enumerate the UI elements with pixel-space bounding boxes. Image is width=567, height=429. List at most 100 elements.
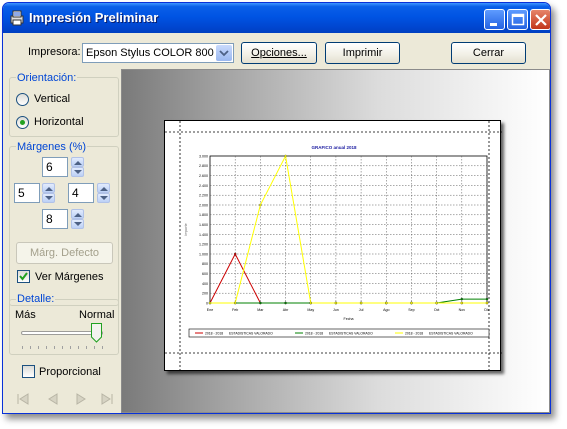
y-tick-label: 800 bbox=[202, 262, 208, 266]
vertical-radio[interactable] bbox=[16, 93, 29, 106]
margin-left-stepper[interactable] bbox=[42, 183, 55, 203]
print-preview-window: Impresión Preliminar Impresora: Epson St… bbox=[2, 2, 551, 414]
margin-right-input[interactable]: 4 bbox=[68, 183, 94, 203]
spin-down-icon[interactable] bbox=[71, 219, 84, 229]
preview-page: GRAFICO anual 2018 0 200 400 600 800 1.000 1.20… bbox=[164, 120, 502, 372]
detail-slider-thumb[interactable] bbox=[91, 323, 102, 343]
series-point bbox=[435, 301, 438, 305]
show-margins-checkbox[interactable] bbox=[17, 270, 30, 283]
x-tick-label: Jun bbox=[333, 308, 339, 312]
series-point bbox=[460, 301, 464, 305]
maximize-icon bbox=[511, 13, 525, 26]
x-tick-label: Sep bbox=[408, 308, 414, 312]
margin-top-input[interactable]: 6 bbox=[42, 157, 68, 177]
window-title: Impresión Preliminar bbox=[29, 10, 159, 25]
series-point bbox=[284, 154, 287, 158]
series-point bbox=[208, 301, 212, 305]
close-window-button[interactable] bbox=[530, 9, 550, 30]
y-tick-label: 0 bbox=[206, 301, 208, 305]
x-tick-label: Jul bbox=[359, 308, 364, 312]
margin-left-input[interactable]: 5 bbox=[14, 183, 40, 203]
default-margins-label: Márg. Defecto bbox=[29, 247, 100, 259]
detail-min-label: Más bbox=[15, 309, 36, 321]
next-page-icon[interactable] bbox=[74, 393, 88, 405]
legend-extra: ESTADISTICAS VALORADO bbox=[329, 332, 373, 336]
spin-up-icon[interactable] bbox=[71, 157, 84, 167]
chart-title: GRAFICO anual 2018 bbox=[311, 145, 357, 150]
x-axis-label: Fecha bbox=[344, 317, 354, 321]
printer-select[interactable]: Epson Stylus COLOR 800 E bbox=[82, 43, 234, 63]
series-point bbox=[259, 301, 262, 305]
series-point bbox=[385, 301, 388, 305]
previous-page-icon[interactable] bbox=[46, 393, 60, 405]
last-page-icon[interactable] bbox=[100, 393, 114, 405]
y-tick-label: 2.800 bbox=[199, 164, 208, 168]
x-tick-label: Oct bbox=[434, 308, 440, 312]
series-point bbox=[460, 297, 464, 301]
spin-up-icon[interactable] bbox=[97, 183, 110, 193]
detail-title: Detalle: bbox=[16, 293, 56, 305]
chevron-down-icon[interactable] bbox=[216, 45, 232, 61]
title-bar[interactable]: Impresión Preliminar bbox=[3, 3, 550, 33]
y-tick-label: 400 bbox=[202, 282, 208, 286]
x-tick-label: Mar bbox=[257, 308, 264, 312]
maximize-button[interactable] bbox=[507, 9, 528, 30]
printer-value: Epson Stylus COLOR 800 E bbox=[86, 47, 225, 59]
margins-title: Márgenes (%) bbox=[16, 141, 88, 153]
y-tick-label: 1.000 bbox=[199, 252, 208, 256]
horizontal-label[interactable]: Horizontal bbox=[34, 116, 84, 128]
series-point bbox=[359, 301, 363, 305]
proportional-label[interactable]: Proporcional bbox=[39, 366, 101, 378]
margin-bottom-stepper[interactable] bbox=[71, 209, 84, 229]
plot-area bbox=[209, 155, 488, 304]
spin-up-icon[interactable] bbox=[42, 183, 55, 193]
legend-series-name: 2018 - 2018 bbox=[205, 332, 223, 336]
series-point bbox=[259, 203, 262, 207]
y-tick-label: 2.600 bbox=[199, 174, 208, 178]
print-button-label: Imprimir bbox=[342, 47, 383, 59]
series-point bbox=[410, 301, 413, 305]
close-icon bbox=[535, 14, 547, 26]
preview-chart: GRAFICO anual 2018 0 200 400 600 800 1.000 1.20… bbox=[165, 121, 502, 372]
options-panel: Orientación: Vertical Horizontal Márgene… bbox=[6, 69, 121, 411]
spin-down-icon[interactable] bbox=[71, 167, 84, 177]
show-margins-label[interactable]: Ver Márgenes bbox=[35, 271, 103, 283]
printer-label: Impresora: bbox=[28, 46, 81, 58]
checkmark-icon bbox=[19, 272, 28, 281]
y-tick-label: 2.200 bbox=[199, 194, 208, 198]
page-navigation bbox=[16, 393, 116, 407]
proportional-checkbox[interactable] bbox=[22, 365, 35, 378]
print-button[interactable]: Imprimir bbox=[325, 42, 400, 64]
x-tick-label: Abr bbox=[283, 308, 289, 312]
x-tick-label: May bbox=[307, 308, 314, 312]
default-margins-button[interactable]: Márg. Defecto bbox=[16, 242, 113, 264]
series-point bbox=[334, 301, 338, 305]
vertical-label[interactable]: Vertical bbox=[34, 93, 70, 105]
spin-down-icon[interactable] bbox=[97, 193, 110, 203]
x-tick-label: Nov bbox=[459, 308, 466, 312]
y-tick-label: 200 bbox=[202, 292, 208, 296]
close-button[interactable]: Cerrar bbox=[451, 42, 526, 64]
options-button[interactable]: Opciones... bbox=[241, 42, 317, 64]
close-button-label: Cerrar bbox=[472, 47, 505, 59]
margin-right-stepper[interactable] bbox=[97, 183, 110, 203]
printer-preview-icon bbox=[10, 10, 24, 26]
margin-bottom-input[interactable]: 8 bbox=[42, 209, 68, 229]
y-tick-label: 1.400 bbox=[199, 233, 208, 237]
series-point bbox=[485, 301, 489, 305]
x-tick-label: Dic bbox=[484, 308, 489, 312]
y-tick-label: 1.800 bbox=[199, 213, 208, 217]
detail-slider-ticks bbox=[22, 346, 103, 349]
x-tick-label: Feb bbox=[232, 308, 238, 312]
y-tick-label: 1.600 bbox=[199, 223, 208, 227]
spin-up-icon[interactable] bbox=[71, 209, 84, 219]
y-tick-label: 2.000 bbox=[199, 203, 208, 207]
margin-top-stepper[interactable] bbox=[71, 157, 84, 177]
horizontal-radio[interactable] bbox=[16, 116, 29, 129]
spin-down-icon[interactable] bbox=[42, 193, 55, 203]
first-page-icon[interactable] bbox=[16, 393, 30, 405]
minimize-button[interactable] bbox=[484, 9, 505, 30]
preview-area[interactable]: GRAFICO anual 2018 0 200 400 600 800 1.000 1.20… bbox=[121, 69, 550, 413]
detail-max-label: Normal bbox=[79, 309, 115, 321]
series-point bbox=[233, 252, 237, 256]
